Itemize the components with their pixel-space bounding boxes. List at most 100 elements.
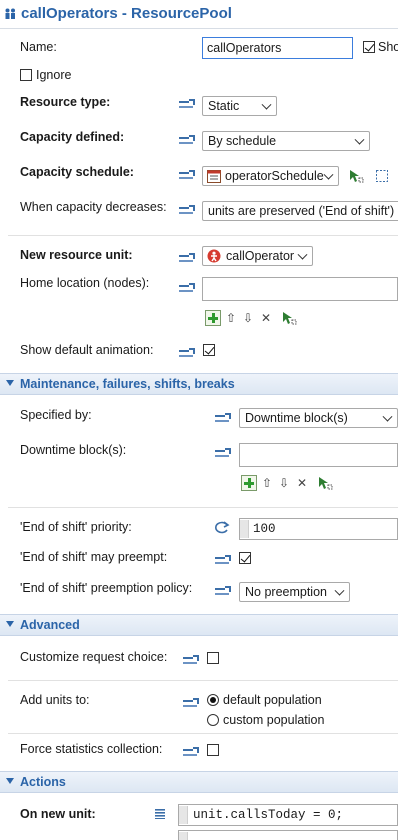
capacity-defined-label: Capacity defined: [20,130,125,144]
resource-type-select[interactable]: Static [202,96,277,116]
show-animation-checkbox[interactable] [203,344,215,356]
capacity-decreases-select[interactable]: units are preserved ('End of shift') [202,201,398,221]
capacity-schedule-select[interactable]: operatorSchedule [202,166,339,186]
schedule-icon [207,170,221,183]
static-value-icon[interactable] [215,448,231,459]
name-value: callOperators [207,41,282,55]
static-value-icon[interactable] [179,205,195,216]
section-advanced-title: Advanced [20,618,80,632]
capacity-decreases-value: units are preserved ('End of shift') [208,204,395,218]
eos-preempt-checkbox[interactable] [239,552,251,564]
on-new-unit-code: unit.callsToday = 0; [193,808,344,822]
eos-priority-label: 'End of shift' priority: [20,520,132,534]
default-population-radio[interactable] [207,694,219,706]
dynamic-value-icon[interactable] [213,520,231,534]
new-resource-unit-value: callOperator [226,249,295,263]
agents-icon [5,8,15,19]
remove-icon[interactable]: ✕ [297,477,307,489]
specified-by-label: Specified by: [20,408,92,422]
static-value-icon[interactable] [183,655,199,666]
new-resource-unit-select[interactable]: callOperator [202,246,313,266]
eos-policy-select[interactable]: No preemption [239,582,350,602]
ignore-label: Ignore [36,68,72,82]
code-field-grip [240,520,249,538]
chevron-down-icon [382,411,393,422]
static-value-icon[interactable] [179,283,195,294]
collapse-arrow-icon [6,778,14,784]
code-action-icon [155,809,165,819]
move-down-icon[interactable]: ⇩ [279,477,289,489]
force-stats-checkbox[interactable] [207,744,219,756]
resource-type-value: Static [208,99,240,113]
chevron-down-icon [323,169,334,180]
collapse-arrow-icon [6,380,14,386]
section-advanced-header[interactable]: Advanced [0,614,398,636]
static-value-icon[interactable] [183,698,199,709]
code-field-grip [179,806,188,824]
remove-icon[interactable]: ✕ [261,312,271,324]
eos-priority-field[interactable]: 100 [239,518,398,540]
capacity-defined-select[interactable]: By schedule [202,131,370,151]
page-title: callOperators - ResourcePool [21,5,232,22]
move-up-icon[interactable]: ⇧ [226,312,236,324]
custom-population-radio[interactable] [207,714,219,726]
add-icon[interactable] [241,475,257,491]
new-resource-unit-label: New resource unit: [20,248,133,262]
add-units-label: Add units to: [20,693,90,707]
eos-policy-value: No preemption [245,585,327,599]
downtime-blocks-list[interactable] [239,443,398,467]
static-value-icon[interactable] [183,747,199,758]
section-maintenance-title: Maintenance, failures, shifts, breaks [20,377,235,391]
divider [8,680,398,681]
name-input[interactable]: callOperators [202,37,353,59]
on-new-unit-label: On new unit: [20,807,96,821]
static-value-icon[interactable] [179,348,195,359]
force-stats-label: Force statistics collection: [20,742,163,756]
static-value-icon[interactable] [215,413,231,424]
resource-type-label: Resource type: [20,95,111,109]
next-code-field[interactable] [178,830,398,840]
select-area-icon[interactable] [375,169,389,183]
capacity-schedule-value: operatorSchedule [225,169,324,183]
downtime-blocks-label: Downtime block(s): [20,443,127,457]
chevron-down-icon [334,585,345,596]
code-field-grip [179,832,188,840]
section-actions-title: Actions [20,775,66,789]
custom-population-label: custom population [223,713,325,727]
static-value-icon[interactable] [179,170,195,181]
specified-by-select[interactable]: Downtime block(s) [239,408,398,428]
customize-request-checkbox[interactable] [207,652,219,664]
static-value-icon[interactable] [179,253,195,264]
specified-by-value: Downtime block(s) [245,411,348,425]
select-element-icon[interactable] [317,475,333,491]
select-element-icon[interactable] [348,168,364,184]
agent-type-icon [207,249,221,263]
capacity-schedule-label: Capacity schedule: [20,165,134,179]
show-name-checkbox[interactable] [363,41,375,53]
ignore-checkbox[interactable] [20,69,32,81]
show-name-label: Sho [378,40,398,54]
static-value-icon[interactable] [179,99,195,110]
move-down-icon[interactable]: ⇩ [243,312,253,324]
eos-policy-label: 'End of shift' preemption policy: [20,581,193,595]
divider [8,733,398,734]
on-new-unit-code-field[interactable]: unit.callsToday = 0; [178,804,398,826]
section-actions-header[interactable]: Actions [0,771,398,793]
select-element-icon[interactable] [281,310,297,326]
home-location-label: Home location (nodes): [20,276,150,290]
default-population-label: default population [223,693,322,707]
move-up-icon[interactable]: ⇧ [262,477,272,489]
static-value-icon[interactable] [179,135,195,146]
eos-preempt-label: 'End of shift' may preempt: [20,550,168,564]
show-animation-label: Show default animation: [20,343,154,357]
static-value-icon[interactable] [215,555,231,566]
eos-priority-value: 100 [253,522,276,536]
divider [8,235,398,236]
static-value-icon[interactable] [215,586,231,597]
section-maintenance-header[interactable]: Maintenance, failures, shifts, breaks [0,373,398,395]
home-location-list[interactable] [202,277,398,301]
chevron-down-icon [261,99,272,110]
add-icon[interactable] [205,310,221,326]
collapse-arrow-icon [6,621,14,627]
customize-request-label: Customize request choice: [20,650,168,664]
